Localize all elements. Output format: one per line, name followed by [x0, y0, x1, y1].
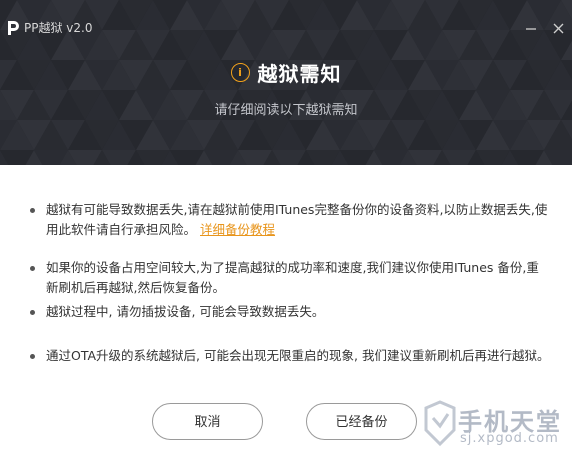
heading-text: 越狱需知 [257, 62, 342, 86]
notice-heading: i 越狱需知 [0, 58, 572, 87]
minimize-icon[interactable] [523, 20, 539, 36]
bullet-icon [30, 310, 35, 315]
bullet-icon [30, 354, 35, 359]
notice-text: 如果你的设备占用空间较大,为了提高越狱的成功率和速度,我们建议你使用ITunes… [46, 260, 539, 295]
bullet-icon [30, 266, 35, 271]
subheading-text: 请仔细阅读以下越狱需知 [214, 103, 358, 118]
watermark: 手机天堂 sj.xpgod.com [418, 398, 568, 450]
notice-item: 如果你的设备占用空间较大,为了提高越狱的成功率和速度,我们建议你使用ITunes… [30, 258, 550, 298]
title-bar: PP越狱 v2.0 [0, 0, 572, 36]
watermark-url: sj.xpgod.com [460, 431, 559, 446]
header-banner: PP越狱 v2.0 i 越狱需知 请仔细阅读以下越狱需知 [0, 0, 572, 165]
notice-text: 越狱过程中, 请勿插拔设备, 可能会导致数据丢失。 [46, 304, 325, 319]
bullet-icon [30, 208, 35, 213]
cancel-button[interactable]: 取消 [152, 403, 263, 440]
pp-logo-icon [8, 21, 19, 35]
already-backed-up-button[interactable]: 已经备份 [306, 403, 417, 440]
notice-item: 越狱有可能导致数据丢失,请在越狱前使用ITunes完整备份你的设备资料,以防止数… [30, 200, 550, 240]
close-icon[interactable] [551, 20, 567, 36]
info-icon: i [230, 63, 250, 82]
backup-tutorial-link[interactable]: 详细备份教程 [200, 222, 275, 237]
notice-text: 越狱有可能导致数据丢失,请在越狱前使用ITunes完整备份你的设备资料,以防止数… [46, 202, 548, 237]
notice-item: 越狱过程中, 请勿插拔设备, 可能会导致数据丢失。 [30, 302, 550, 322]
notice-item: 通过OTA升级的系统越狱后, 可能会出现无限重启的现象, 我们建议重新刷机后再进… [30, 346, 550, 366]
watermark-logo-icon [424, 400, 456, 447]
window-title: PP越狱 v2.0 [24, 21, 93, 35]
notice-text: 通过OTA升级的系统越狱后, 可能会出现无限重启的现象, 我们建议重新刷机后再进… [46, 348, 550, 363]
